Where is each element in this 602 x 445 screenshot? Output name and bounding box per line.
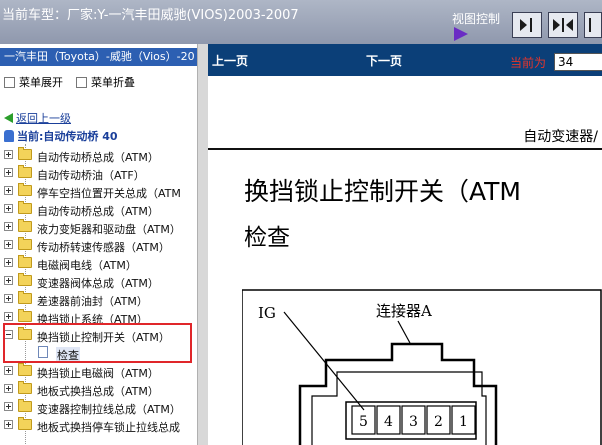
- document-title: 换挡锁止控制开关（ATM: [244, 177, 522, 206]
- tree-node-label: 自动传动桥总成（ATM）: [37, 151, 159, 164]
- tree-node-label: 液力变矩器和驱动盘（ATM）: [37, 223, 181, 236]
- hide-left-panel-button[interactable]: [584, 12, 602, 38]
- collapse-all-button[interactable]: 菜单折叠: [76, 74, 135, 90]
- header-rule: [208, 148, 602, 150]
- expand-icon[interactable]: [4, 420, 13, 429]
- folder-icon: [18, 147, 32, 160]
- collapse-all-label: 菜单折叠: [91, 76, 135, 89]
- panel-left-arrow-icon: [589, 18, 591, 32]
- connector-label: 连接器A: [376, 302, 432, 320]
- folder-icon: [18, 165, 32, 178]
- connector-leader-line: [397, 320, 411, 344]
- tree-node-label: 自动传动桥油（ATF）: [37, 169, 145, 182]
- tree-node-label: 变速器控制拉线总成（ATM）: [37, 403, 181, 416]
- pin-group: 54321: [351, 405, 476, 435]
- tree-node-label: 换挡锁止电磁阀（ATM）: [37, 367, 159, 380]
- expand-all-button[interactable]: 菜单展开: [4, 74, 63, 90]
- folder-icon: [18, 291, 32, 304]
- tree-node-label: 自动传动桥总成（ATM）: [37, 205, 159, 218]
- folder-icon: [18, 255, 32, 268]
- expand-icon: [4, 76, 15, 88]
- left-tree-panel: 一汽丰田（Toyota）-威驰（Vios）-20 菜单展开 菜单折叠 返回上一级…: [0, 44, 198, 445]
- view-control-arrow-icon: [454, 27, 468, 41]
- splitter[interactable]: [198, 44, 208, 445]
- expand-icon[interactable]: [4, 402, 13, 411]
- title-bar: 当前车型：厂家:Y-一汽丰田威驰(VIOS)2003-2007 视图控制: [0, 0, 602, 44]
- folder-icon: [18, 219, 32, 232]
- expand-icon[interactable]: [4, 204, 13, 213]
- page-navigation-bar: 上一页 下一页 当前为: [208, 44, 602, 76]
- document-view: 自动变速器/ 换挡锁止控制开关（ATM 检查 IG 连接器A 54321: [208, 76, 602, 445]
- view-control-label: 视图控制: [452, 12, 501, 26]
- tree-node-label: 变速器阀体总成（ATM）: [37, 277, 159, 290]
- current-location-label: 当前:自动传动桥 40: [17, 130, 118, 143]
- folder-icon: [18, 273, 32, 286]
- split-arrows-icon: [553, 18, 573, 32]
- show-left-panel-button[interactable]: [512, 12, 542, 38]
- connector-pin-number: 3: [409, 414, 418, 430]
- model-selector[interactable]: 一汽丰田（Toyota）-威驰（Vios）-20: [0, 48, 197, 66]
- folder-icon: [18, 183, 32, 196]
- page-label: 当前为: [510, 56, 547, 70]
- connector-pin-number: 1: [459, 414, 468, 430]
- section-header: 自动变速器/: [523, 129, 598, 145]
- expand-icon[interactable]: [4, 294, 13, 303]
- tree-toolbar: 菜单展开 菜单折叠: [0, 72, 197, 90]
- tree-node-label: 差速器前油封（ATM）: [37, 295, 148, 308]
- folder-icon: [18, 201, 32, 214]
- folder-icon: [18, 417, 32, 430]
- expand-icon[interactable]: [4, 222, 13, 231]
- panel-right-arrow-icon: [520, 18, 532, 32]
- expand-icon[interactable]: [4, 312, 13, 321]
- connector-pin-number: 4: [384, 414, 393, 430]
- prev-page-link[interactable]: 上一页: [212, 52, 248, 69]
- tree-node-label: 电磁阀电线（ATM）: [37, 259, 137, 272]
- gear-icon: [4, 130, 14, 142]
- folder-icon: [18, 309, 32, 322]
- back-link-label: 返回上一级: [16, 112, 71, 125]
- document-subtitle: 检查: [244, 225, 290, 251]
- collapse-icon: [76, 76, 87, 88]
- next-page-link[interactable]: 下一页: [366, 52, 402, 69]
- current-location: 当前:自动传动桥 40: [4, 128, 118, 144]
- folder-icon: [18, 399, 32, 412]
- ig-label: IG: [258, 304, 276, 322]
- expand-icon[interactable]: [4, 384, 13, 393]
- split-view-button[interactable]: [548, 12, 578, 38]
- connector-pin-number: 2: [434, 414, 443, 430]
- tree-node-label: 地板式换挡停车锁止拉线总成: [37, 421, 180, 434]
- expand-icon[interactable]: [4, 366, 13, 375]
- expand-icon[interactable]: [4, 186, 13, 195]
- selection-highlight-box: [3, 323, 192, 363]
- folder-icon: [18, 363, 32, 376]
- tree-node-label: 地板式换挡总成（ATM）: [37, 385, 159, 398]
- expand-icon[interactable]: [4, 258, 13, 267]
- folder-icon: [18, 237, 32, 250]
- back-arrow-icon: [4, 113, 13, 123]
- expand-all-label: 菜单展开: [19, 76, 63, 89]
- folder-icon: [18, 381, 32, 394]
- expand-icon[interactable]: [4, 168, 13, 177]
- tree-node-label: 传动桥转速传感器（ATM）: [37, 241, 170, 254]
- expand-icon[interactable]: [4, 150, 13, 159]
- current-vehicle-title: 当前车型：厂家:Y-一汽丰田威驰(VIOS)2003-2007: [2, 8, 299, 23]
- back-link[interactable]: 返回上一级: [4, 110, 71, 126]
- connector-diagram: IG 连接器A 54321: [242, 289, 602, 445]
- expand-icon[interactable]: [4, 240, 13, 249]
- expand-icon[interactable]: [4, 276, 13, 285]
- tree-node-label: 停车空挡位置开关总成（ATM: [37, 187, 181, 200]
- connector-pin-number: 5: [359, 414, 368, 430]
- page-number-input[interactable]: [554, 53, 602, 71]
